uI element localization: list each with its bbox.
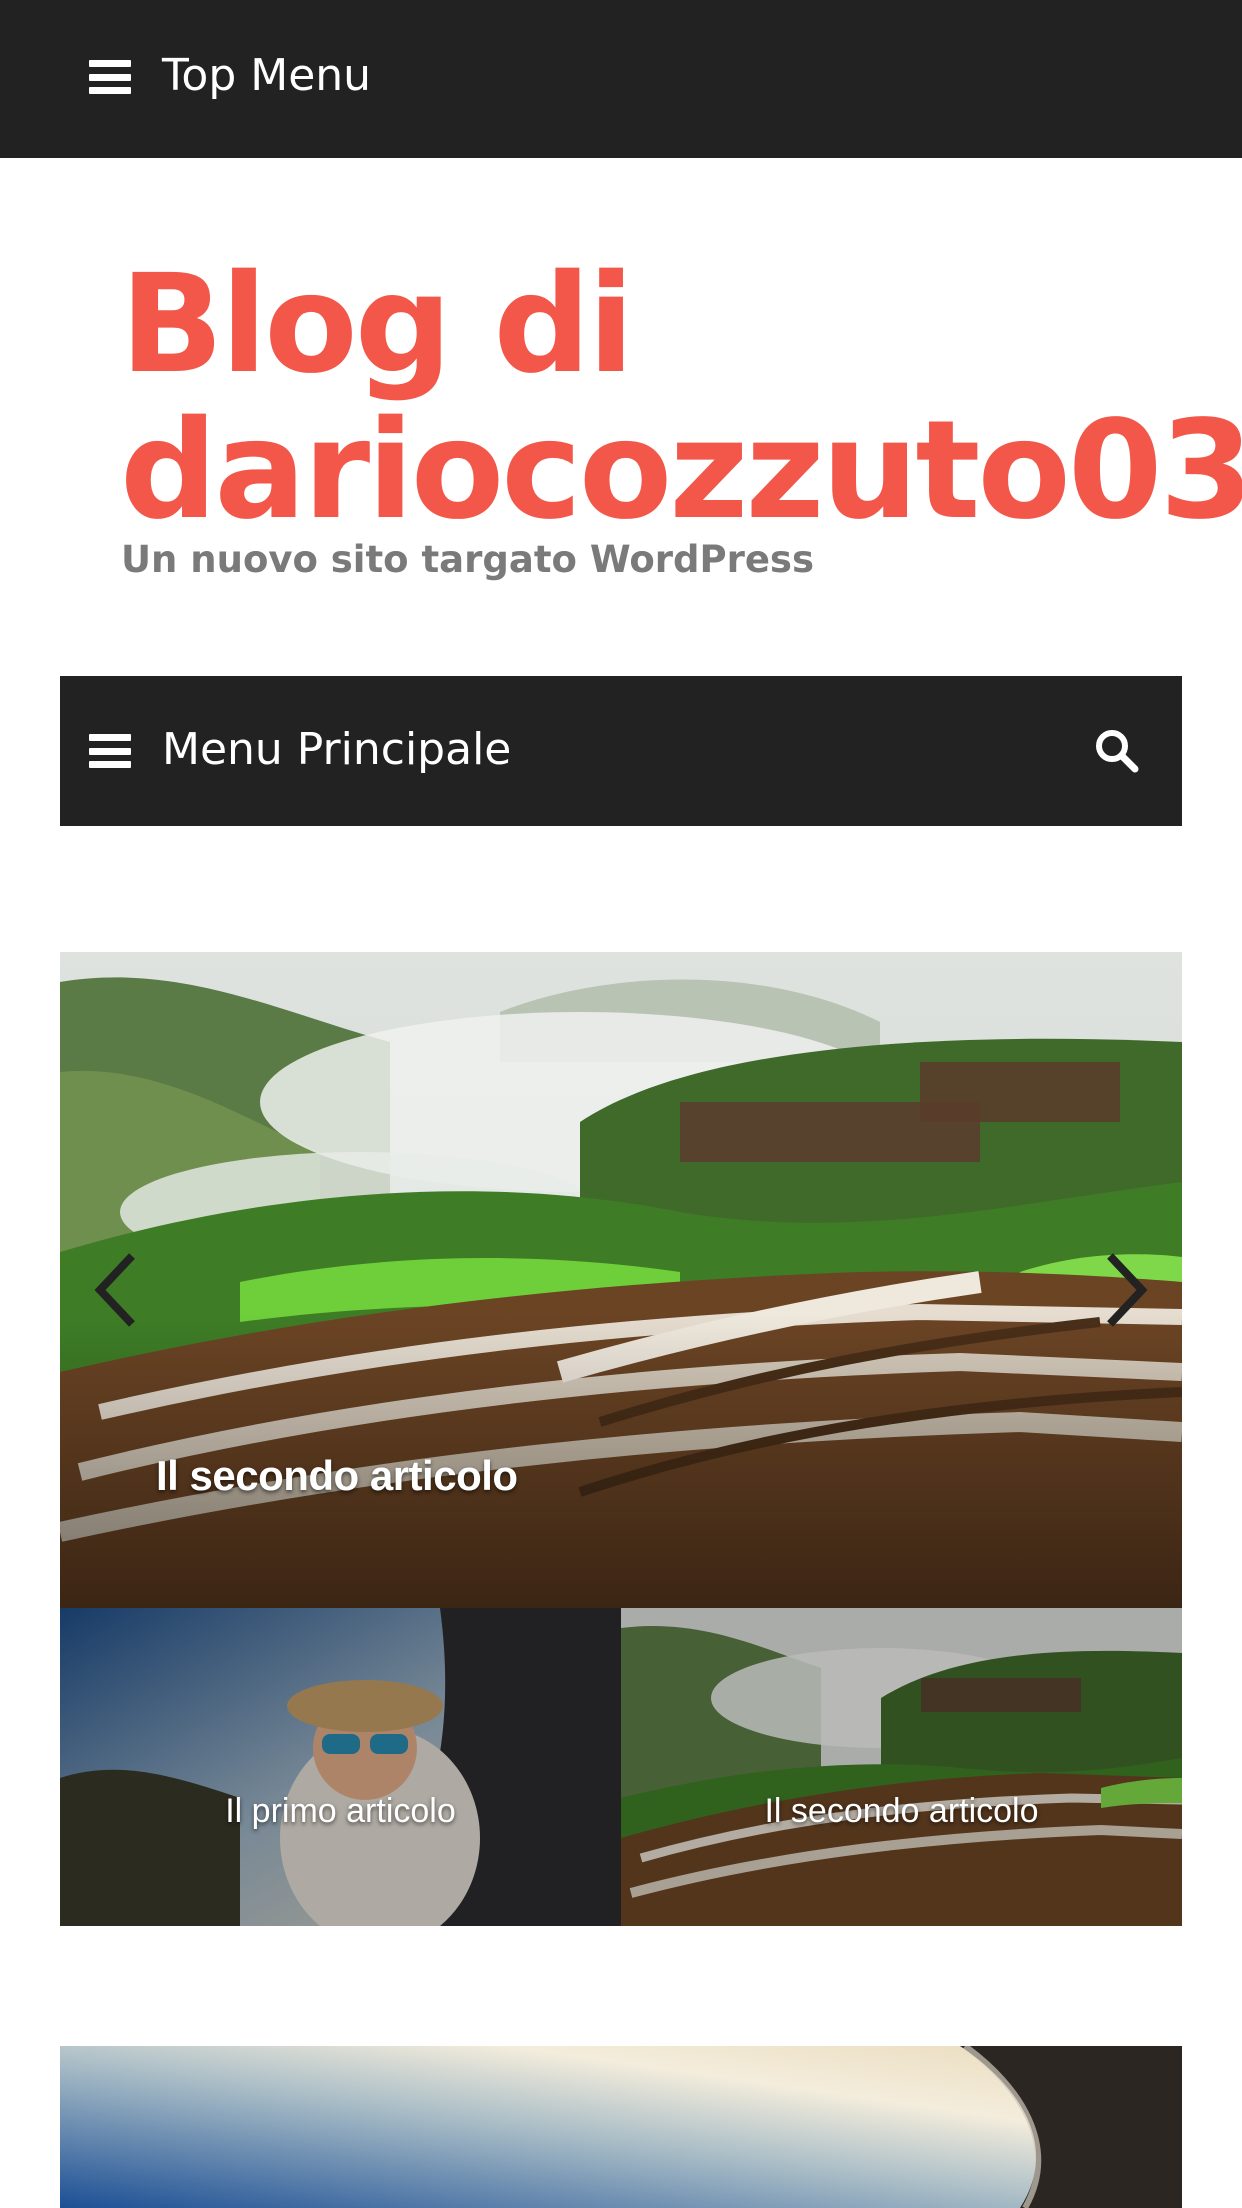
site-title-line-1[interactable]: Blog di — [120, 246, 634, 404]
thumbnail-label[interactable]: Il primo articolo — [60, 1792, 621, 1831]
menu-icon[interactable] — [89, 734, 131, 768]
thumbnail-label[interactable]: Il secondo articolo — [621, 1792, 1182, 1831]
thumbnail-image-rice-terraces[interactable] — [621, 1608, 1182, 1926]
top-menu-toggle[interactable]: Top Menu — [162, 46, 371, 106]
site-description: Un nuovo sito targato WordPress — [121, 538, 814, 581]
post-featured-image[interactable] — [60, 2046, 1182, 2208]
site-title[interactable]: Blog di dariocozzuto03 — [120, 252, 1242, 544]
menu-icon[interactable] — [89, 60, 131, 94]
search-icon[interactable] — [1092, 726, 1140, 774]
top-menu-bar: Top Menu — [0, 0, 1242, 158]
chevron-left-icon[interactable] — [88, 1248, 144, 1332]
main-menu-toggle[interactable]: Menu Principale — [162, 720, 511, 780]
thumbnail-first-post[interactable]: Il primo articolo — [60, 1608, 621, 1926]
featured-slider[interactable]: Il secondo articolo — [60, 952, 1182, 1608]
chevron-right-icon[interactable] — [1098, 1248, 1154, 1332]
slide-image-rice-terraces[interactable] — [60, 952, 1182, 1608]
post-image-sky[interactable] — [60, 2046, 1182, 2208]
main-navigation: Menu Principale — [60, 676, 1182, 826]
site-title-line-2[interactable]: dariocozzuto03 — [120, 392, 1242, 550]
thumbnail-image-boy[interactable] — [60, 1608, 621, 1926]
thumbnail-second-post[interactable]: Il secondo articolo — [621, 1608, 1182, 1926]
slide-caption[interactable]: Il secondo articolo — [156, 1452, 518, 1500]
slider-thumbnails: Il primo articolo Il secondo articolo — [60, 1608, 1182, 1926]
